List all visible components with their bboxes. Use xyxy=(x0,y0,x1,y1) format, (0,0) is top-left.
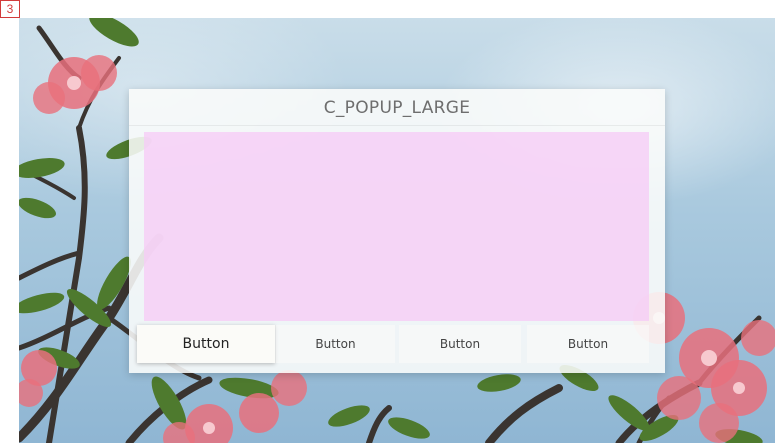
popup-title: C_POPUP_LARGE xyxy=(323,98,471,118)
popup-button-2[interactable]: Button xyxy=(275,325,395,363)
page-number-badge: 3 xyxy=(0,0,20,18)
popup-button-1[interactable]: Button xyxy=(137,325,275,363)
popup-large: C_POPUP_LARGE Button Button Button Butto… xyxy=(129,89,665,373)
title-divider xyxy=(129,125,665,126)
popup-button-4[interactable]: Button xyxy=(527,325,649,363)
popup-content-area xyxy=(144,132,649,321)
popup-button-3[interactable]: Button xyxy=(399,325,521,363)
popup-button-row: Button Button Button Button xyxy=(137,325,649,363)
